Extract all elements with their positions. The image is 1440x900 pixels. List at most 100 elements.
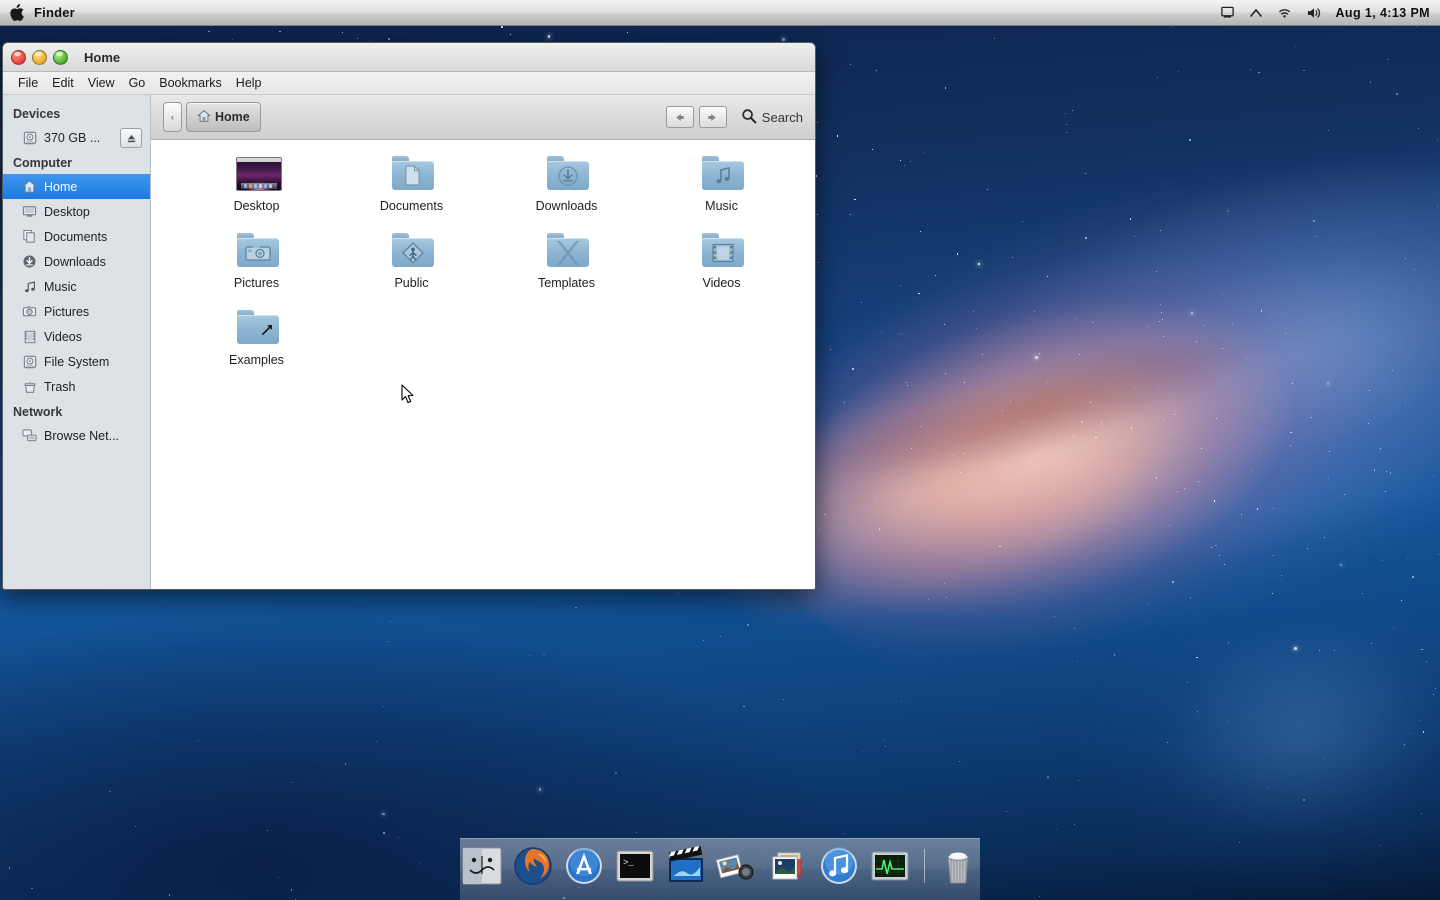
sidebar-item-music[interactable]: Music: [3, 274, 150, 299]
dock-item-image-viewer[interactable]: [766, 844, 810, 888]
file-item-pictures[interactable]: Pictures: [179, 229, 334, 306]
sidebar-label-videos: Videos: [44, 330, 82, 344]
file-name: Pictures: [234, 276, 279, 290]
dock: >_: [460, 838, 980, 900]
sidebar-label-home: Home: [44, 180, 77, 194]
folder-downloads-icon: [543, 152, 591, 194]
drive-icon: [21, 129, 38, 146]
menu-bookmarks[interactable]: Bookmarks: [152, 75, 229, 91]
icon-grid: Desktop Documents: [179, 152, 815, 383]
dock-item-app-store[interactable]: [562, 844, 606, 888]
file-item-templates[interactable]: Templates: [489, 229, 644, 306]
search-label: Search: [762, 110, 803, 125]
sidebar-item-desktop[interactable]: Desktop: [3, 199, 150, 224]
menu-file[interactable]: File: [11, 75, 45, 91]
sidebar-heading-devices: Devices: [3, 101, 150, 125]
toolbar: ‹ Home Search: [151, 95, 815, 140]
search-box[interactable]: Search: [741, 108, 803, 127]
file-name: Downloads: [536, 199, 598, 213]
folder-pictures-icon: [233, 229, 281, 271]
sidebar-label-music: Music: [44, 280, 77, 294]
sidebar-label-370gb: 370 GB ...: [44, 131, 100, 145]
back-button[interactable]: [666, 106, 694, 128]
window-menu-bar: File Edit View Go Bookmarks Help: [3, 72, 815, 95]
home-icon: [197, 109, 211, 126]
breadcrumb-home-button[interactable]: Home: [186, 102, 261, 132]
zoom-button[interactable]: [53, 50, 68, 65]
chevron-up-icon[interactable]: [1249, 3, 1263, 23]
folder-public-icon: [388, 229, 436, 271]
sidebar-item-home[interactable]: Home: [3, 174, 150, 199]
menu-view[interactable]: View: [81, 75, 122, 91]
sidebar-item-trash[interactable]: Trash: [3, 374, 150, 399]
file-name: Examples: [229, 353, 284, 367]
sidebar-label-browse-network: Browse Net...: [44, 429, 119, 443]
window-title: Home: [84, 50, 120, 65]
dock-item-activity-monitor[interactable]: [868, 844, 912, 888]
sidebar-item-downloads[interactable]: Downloads: [3, 249, 150, 274]
file-item-downloads[interactable]: Downloads: [489, 152, 644, 229]
menu-edit[interactable]: Edit: [45, 75, 81, 91]
menubar-app-name[interactable]: Finder: [34, 5, 75, 20]
dock-item-itunes[interactable]: [817, 844, 861, 888]
svg-text:>_: >_: [623, 858, 634, 868]
dock-item-movie-player[interactable]: [664, 844, 708, 888]
menu-help[interactable]: Help: [229, 75, 269, 91]
download-icon: [21, 253, 38, 270]
sidebar-label-trash: Trash: [44, 380, 76, 394]
forward-button[interactable]: [699, 106, 727, 128]
file-name: Videos: [703, 276, 741, 290]
file-list-area[interactable]: Desktop Documents: [151, 140, 815, 590]
dock-item-firefox[interactable]: [511, 844, 555, 888]
sidebar-label-documents: Documents: [44, 230, 107, 244]
minimize-button[interactable]: [32, 50, 47, 65]
folder-videos-icon: [698, 229, 746, 271]
music-note-icon: [21, 278, 38, 295]
file-item-public[interactable]: Public: [334, 229, 489, 306]
folder-music-icon: [698, 152, 746, 194]
file-item-music[interactable]: Music: [644, 152, 799, 229]
file-item-examples[interactable]: Examples: [179, 306, 334, 383]
file-item-desktop[interactable]: Desktop: [179, 152, 334, 229]
window-titlebar[interactable]: Home: [3, 43, 815, 72]
volume-icon[interactable]: [1306, 3, 1322, 23]
sidebar-item-documents[interactable]: Documents: [3, 224, 150, 249]
dock-item-terminal[interactable]: >_: [613, 844, 657, 888]
sidebar-item-370gb[interactable]: 370 GB ...: [3, 125, 150, 150]
sidebar-item-videos[interactable]: Videos: [3, 324, 150, 349]
window-body: Devices 370 GB ... Computer Home: [3, 95, 815, 590]
finder-window: Home File Edit View Go Bookmarks Help De…: [2, 42, 816, 590]
home-icon: [21, 178, 38, 195]
sidebar-heading-network: Network: [3, 399, 150, 423]
apple-logo-icon[interactable]: [8, 3, 26, 23]
search-icon: [741, 108, 757, 127]
network-icon: [21, 427, 38, 444]
mouse-cursor: [401, 384, 415, 404]
breadcrumb-prev-button[interactable]: ‹: [163, 102, 182, 132]
sidebar-item-pictures[interactable]: Pictures: [3, 299, 150, 324]
eject-button[interactable]: [120, 128, 142, 148]
close-button[interactable]: [11, 50, 26, 65]
menubar-clock[interactable]: Aug 1, 4:13 PM: [1335, 6, 1430, 20]
desktop-icon: [21, 203, 38, 220]
file-item-documents[interactable]: Documents: [334, 152, 489, 229]
documents-icon: [21, 228, 38, 245]
film-icon: [21, 328, 38, 345]
sidebar-label-downloads: Downloads: [44, 255, 106, 269]
menu-go[interactable]: Go: [122, 75, 153, 91]
sidebar-item-file-system[interactable]: File System: [3, 349, 150, 374]
file-item-videos[interactable]: Videos: [644, 229, 799, 306]
display-icon[interactable]: [1220, 3, 1235, 23]
desktop-preview-icon: [233, 152, 281, 194]
dock-item-trash[interactable]: [936, 844, 980, 888]
folder-symlink-icon: [233, 306, 281, 348]
dock-item-iphoto[interactable]: [715, 844, 759, 888]
file-name: Documents: [380, 199, 443, 213]
sidebar-item-browse-network[interactable]: Browse Net...: [3, 423, 150, 448]
file-name: Desktop: [234, 199, 280, 213]
file-name: Public: [394, 276, 428, 290]
sidebar-label-file-system: File System: [44, 355, 109, 369]
camera-icon: [21, 303, 38, 320]
wifi-icon[interactable]: [1277, 3, 1292, 23]
dock-item-finder[interactable]: [460, 844, 504, 888]
